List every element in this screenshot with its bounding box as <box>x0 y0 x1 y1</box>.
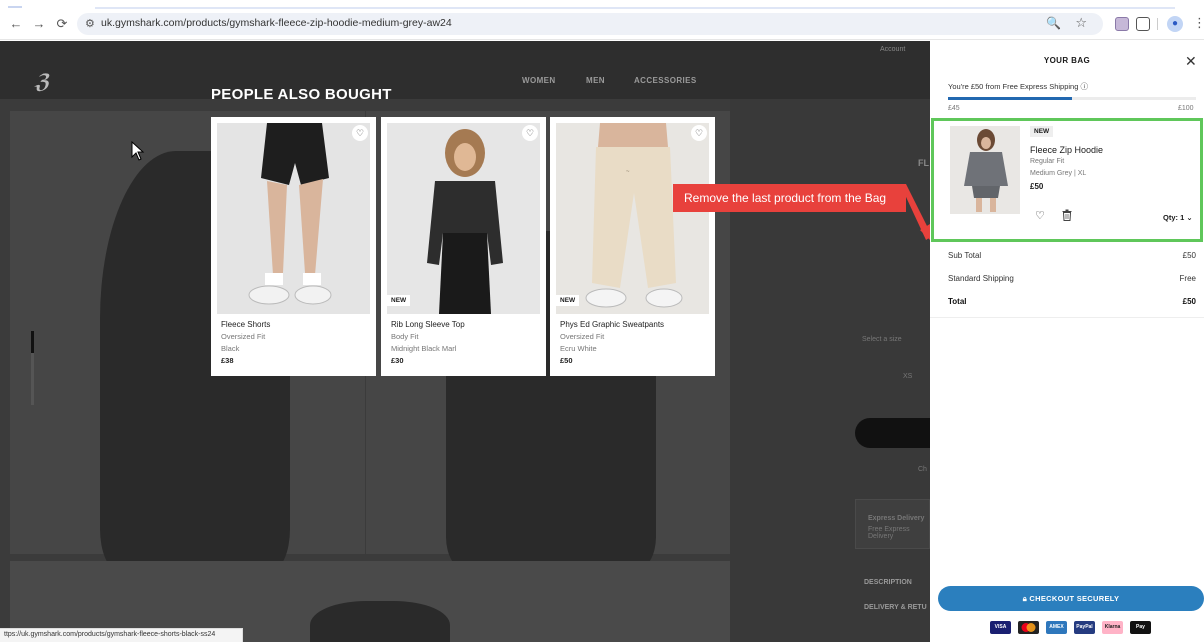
svg-text:~: ~ <box>626 169 630 175</box>
product-image[interactable] <box>217 123 370 314</box>
bag-item-variant: Medium Grey | XL <box>1030 170 1087 177</box>
chevron-down-icon: ⌄ <box>1186 213 1193 222</box>
product-color: Black <box>221 344 240 353</box>
apple-pay-icon: Pay <box>1130 621 1151 634</box>
site-info-icon[interactable]: ⚙ <box>85 17 95 30</box>
forward-icon[interactable]: → <box>31 16 47 32</box>
amex-icon: AMEX <box>1046 621 1067 634</box>
visa-icon: VISA <box>990 621 1011 634</box>
product-color: Ecru White <box>560 344 597 353</box>
wishlist-heart-icon[interactable]: ♡ <box>522 125 538 141</box>
delivery-returns-accordion[interactable]: DELIVERY & RETU <box>864 604 927 611</box>
address-bar[interactable]: ⚙ uk.gymshark.com/products/gymshark-flee… <box>77 13 1103 35</box>
new-badge: NEW <box>556 295 580 306</box>
quantity-select[interactable]: Qty: 1 ⌄ <box>1163 213 1193 222</box>
product-image[interactable] <box>387 123 540 314</box>
product-price: £30 <box>391 356 404 365</box>
extension-icon[interactable] <box>1115 17 1129 31</box>
product-fit: Oversized Fit <box>560 332 605 341</box>
product-name[interactable]: Phys Ed Graphic Sweatpants <box>560 320 664 329</box>
progress-max: £100 <box>1178 105 1194 112</box>
product-name[interactable]: Rib Long Sleeve Top <box>391 320 465 329</box>
checkout-hint: Ch <box>918 466 927 473</box>
product-fit: Oversized Fit <box>221 332 266 341</box>
bag-item-name[interactable]: Fleece Zip Hoodie <box>1030 145 1103 155</box>
new-badge: NEW <box>1030 126 1054 137</box>
url-text[interactable]: uk.gymshark.com/products/gymshark-fleece… <box>101 17 452 29</box>
account-link[interactable]: Account <box>880 46 905 53</box>
extensions-puzzle-icon[interactable] <box>1136 17 1150 31</box>
gallery-scroll-thumb[interactable] <box>31 331 34 353</box>
lock-icon: 🔒︎ <box>1022 594 1028 603</box>
shipping-progress-bar <box>948 97 1196 100</box>
back-icon[interactable]: ← <box>8 16 24 32</box>
bag-title: YOUR BAG <box>1043 56 1091 65</box>
nav-women[interactable]: WOMEN <box>522 76 556 85</box>
product-fit: Body Fit <box>391 332 419 341</box>
nav-accessories[interactable]: ACCESSORIES <box>634 76 697 85</box>
free-shipping-message: You're £50 from Free Express Shipping ⓘ <box>948 82 1089 91</box>
paypal-icon: PayPal <box>1074 621 1095 634</box>
close-icon[interactable]: ✕ <box>1185 53 1197 70</box>
save-to-wishlist-heart-icon[interactable]: ♡ <box>1035 209 1045 222</box>
profile-avatar-icon[interactable]: ● <box>1167 16 1183 32</box>
callout-arrow-icon <box>900 184 934 244</box>
instruction-callout: Remove the last product from the Bag <box>673 184 906 212</box>
browser-menu-icon[interactable]: ⋮ <box>1193 15 1204 31</box>
product-details-column <box>730 99 930 642</box>
product-name[interactable]: Fleece Shorts <box>221 320 270 329</box>
total-row: Total £50 <box>948 297 1196 306</box>
subtotal-row: Sub Total £50 <box>948 251 1196 260</box>
bookmark-star-icon[interactable]: ☆ <box>1075 15 1087 31</box>
bag-item: NEW Fleece Zip Hoodie Regular Fit Medium… <box>931 118 1203 242</box>
people-also-bought-title: PEOPLE ALSO BOUGHT <box>211 86 392 103</box>
select-size-label: Select a size <box>862 336 902 343</box>
wishlist-heart-icon[interactable]: ♡ <box>352 125 368 141</box>
size-xs[interactable]: XS <box>903 373 912 380</box>
zoom-icon[interactable]: 🔍 <box>1046 16 1061 30</box>
product-card-rib-long-sleeve-top[interactable]: ♡ NEW Rib Long Sleeve Top Body Fit Midni… <box>381 117 546 376</box>
wishlist-heart-icon[interactable]: ♡ <box>691 125 707 141</box>
browser-toolbar: ← → ⟳ ⚙ uk.gymshark.com/products/gymshar… <box>0 0 1204 40</box>
new-badge: NEW <box>387 295 411 306</box>
description-accordion[interactable]: DESCRIPTION <box>864 579 912 586</box>
link-status-bar: ttps://uk.gymshark.com/products/gymshark… <box>0 628 243 642</box>
bag-item-price: £50 <box>1030 182 1044 191</box>
mouse-cursor-icon <box>131 141 145 161</box>
product-color: Midnight Black Marl <box>391 344 457 353</box>
product-card-fleece-shorts[interactable]: ♡ Fleece Shorts Oversized Fit Black £38 <box>211 117 376 376</box>
bag-item-fit: Regular Fit <box>1030 158 1065 165</box>
product-title-fragment: FL <box>918 158 929 168</box>
progress-min: £45 <box>948 105 960 112</box>
klarna-icon: Klarna <box>1102 621 1123 634</box>
nav-men[interactable]: MEN <box>586 76 605 85</box>
product-price: £38 <box>221 356 234 365</box>
product-price: £50 <box>560 356 573 365</box>
shipping-row: Standard Shipping Free <box>948 274 1196 283</box>
remove-item-trash-icon[interactable] <box>1062 209 1072 221</box>
mastercard-icon <box>1018 621 1039 634</box>
product-card-phys-ed-sweatpants[interactable]: ~ ♡ NEW Phys Ed Graphic Sweatpants Overs… <box>550 117 715 376</box>
gymshark-logo-icon[interactable]: ℨ <box>33 69 55 94</box>
checkout-securely-button[interactable]: 🔒︎ CHECKOUT SECURELY <box>938 586 1204 611</box>
bag-item-image[interactable] <box>950 126 1020 214</box>
site-header: ℨ WOMEN MEN ACCESSORIES Account <box>0 41 930 99</box>
info-icon[interactable]: ⓘ <box>1081 82 1089 91</box>
reload-icon[interactable]: ⟳ <box>54 16 70 32</box>
bag-drawer: YOUR BAG ✕ You're £50 from Free Express … <box>930 41 1204 642</box>
product-image[interactable]: ~ <box>556 123 709 314</box>
delivery-info-box: Express Delivery Free Express Delivery <box>855 499 930 549</box>
add-to-bag-button[interactable] <box>855 418 930 448</box>
